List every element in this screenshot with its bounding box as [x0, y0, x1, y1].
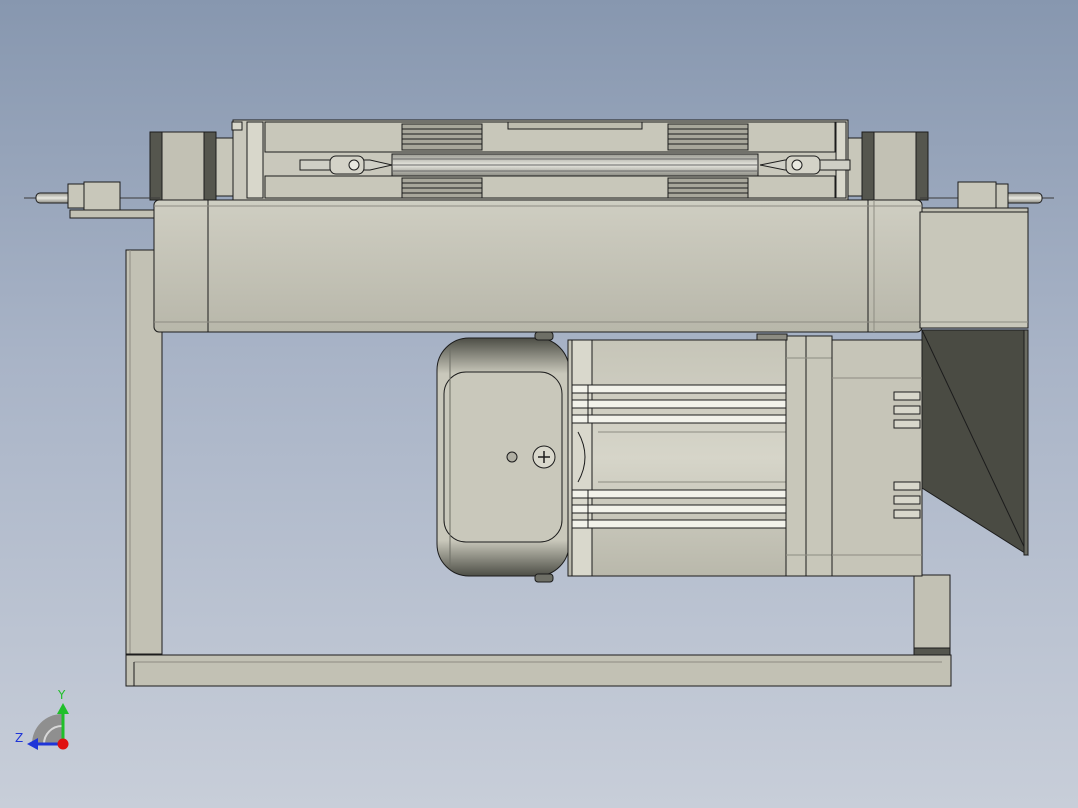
triad-origin: [57, 738, 69, 750]
y-axis-label: Y: [58, 688, 66, 702]
cad-viewport[interactable]: Y Z: [0, 0, 1078, 808]
coordinate-triad: [27, 703, 69, 750]
z-axis-label: Z: [15, 731, 24, 745]
